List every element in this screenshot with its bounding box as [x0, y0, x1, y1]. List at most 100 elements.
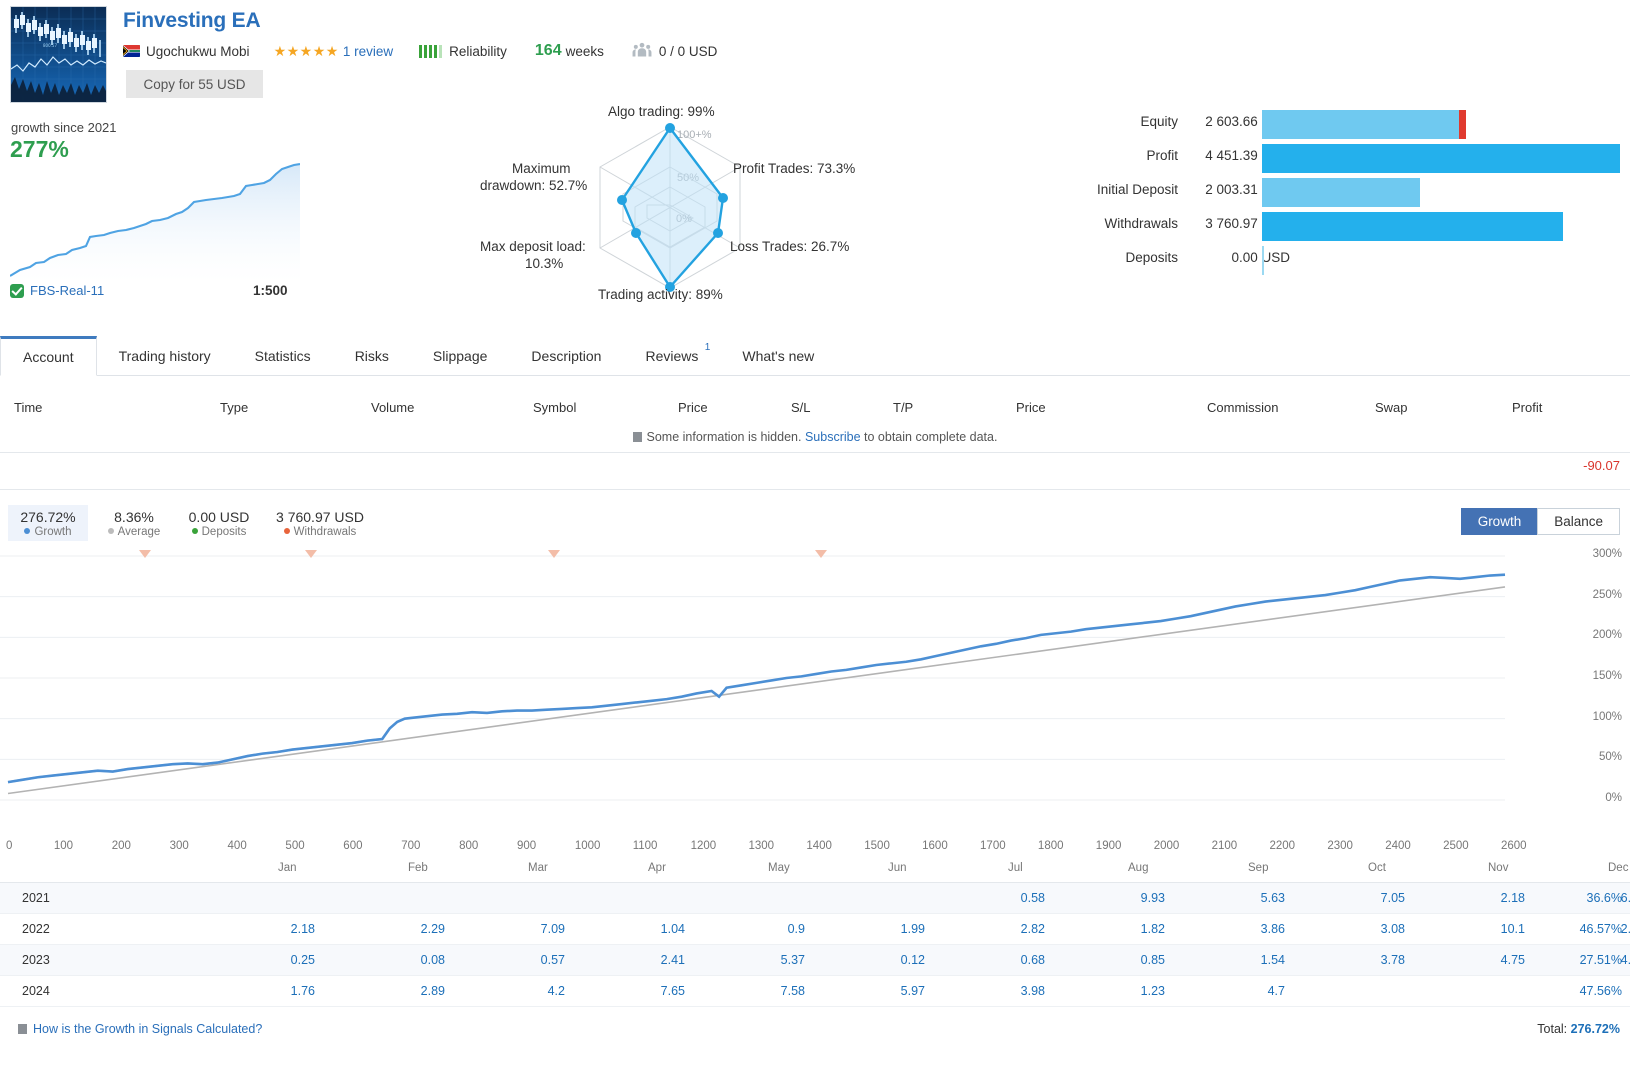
chip-growth[interactable]: 276.72% Growth [8, 505, 88, 541]
table-column-header[interactable]: Type [220, 400, 248, 415]
reviews-link[interactable]: 1 review [343, 44, 393, 59]
monthly-cell[interactable]: 4.2 [505, 984, 565, 998]
table-column-header[interactable]: Commission [1207, 400, 1279, 415]
copy-button[interactable]: Copy for 55 USD [126, 70, 263, 98]
tab-whats-new[interactable]: What's new [720, 336, 836, 375]
chart-y-tick-label: 100% [1592, 710, 1622, 723]
table-column-header[interactable]: Time [14, 400, 42, 415]
chip-withdrawals[interactable]: 3 760.97 USD Withdrawals [264, 505, 376, 541]
table-column-header[interactable]: Price [1016, 400, 1046, 415]
summary-bar-fill [1262, 212, 1563, 241]
chart-x-tick-label: 1100 [632, 840, 658, 852]
monthly-row-total[interactable]: 36.6% [1587, 891, 1622, 905]
table-divider-top [0, 452, 1630, 453]
monthly-cell[interactable]: 1.04 [625, 922, 685, 936]
monthly-cell[interactable]: 5.63 [1225, 891, 1285, 905]
chart-x-tick-label: 500 [285, 840, 305, 852]
monthly-cell[interactable]: 2.29 [385, 922, 445, 936]
monthly-cell[interactable]: 7.65 [625, 984, 685, 998]
monthly-row-year: 2023 [22, 953, 50, 967]
tab-reviews[interactable]: Reviews 1 [623, 336, 720, 375]
table-column-header[interactable]: S/L [791, 400, 811, 415]
verified-check-icon [10, 283, 24, 298]
subscribe-link[interactable]: Subscribe [805, 430, 861, 444]
monthly-cell[interactable]: 3.86 [1225, 922, 1285, 936]
broker-account-name[interactable]: FBS-Real-11 [30, 283, 104, 298]
monthly-cell[interactable]: 1.99 [865, 922, 925, 936]
monthly-cell[interactable]: 2.18 [1465, 891, 1525, 905]
monthly-cell[interactable]: 9.93 [1105, 891, 1165, 905]
radar-label-trading-activity: Trading activity: 89% [598, 287, 723, 302]
monthly-cell[interactable]: 4.7 [1225, 984, 1285, 998]
table-column-header[interactable]: Symbol [533, 400, 576, 415]
monthly-row-total[interactable]: 46.57% [1580, 922, 1622, 936]
chart-x-tick-label: 2000 [1153, 840, 1180, 852]
tab-label: Risks [354, 347, 389, 364]
monthly-row-total[interactable]: 27.51% [1580, 953, 1622, 967]
summary-bar-fill [1262, 110, 1467, 139]
monthly-cell[interactable]: 10.1 [1465, 922, 1525, 936]
monthly-cell[interactable]: 7.09 [505, 922, 565, 936]
table-column-header[interactable]: T/P [893, 400, 913, 415]
tab-statistics[interactable]: Statistics [233, 336, 333, 375]
table-column-header[interactable]: Price [678, 400, 708, 415]
toggle-balance[interactable]: Balance [1537, 508, 1620, 535]
chip-value: 8.36% [114, 509, 154, 525]
monthly-cell[interactable]: 1.76 [255, 984, 315, 998]
monthly-cell[interactable]: 3.78 [1345, 953, 1405, 967]
monthly-cell[interactable]: 0.12 [865, 953, 925, 967]
radar-label-profit-trades: Profit Trades: 73.3% [733, 161, 856, 176]
monthly-cell[interactable]: 2.89 [385, 984, 445, 998]
monthly-cell[interactable]: 0.85 [1105, 953, 1165, 967]
monthly-cell[interactable]: 0.57 [505, 953, 565, 967]
radar-chart: 100+% 50% 0% Algo trading: 99% Profit Tr… [440, 104, 900, 310]
chart-y-tick-label: 300% [1592, 548, 1622, 560]
reliability-bars-icon [419, 44, 443, 58]
monthly-cell[interactable]: 1.23 [1105, 984, 1165, 998]
monthly-cell[interactable]: 5.37 [745, 953, 805, 967]
trades-profit-total: -90.07 [1583, 458, 1620, 473]
monthly-cell[interactable]: 0.68 [985, 953, 1045, 967]
summary-bar-row: Deposits 0.00 USD [1020, 246, 1620, 275]
monthly-cell[interactable]: 2.18 [255, 922, 315, 936]
monthly-cell[interactable]: 7.05 [1345, 891, 1405, 905]
chart-y-tick-label: 50% [1598, 751, 1622, 764]
monthly-cell[interactable]: 3.98 [985, 984, 1045, 998]
chart-x-tick-label: 600 [343, 840, 363, 852]
tab-account[interactable]: Account [0, 336, 97, 376]
subscribers-icon [632, 42, 652, 61]
monthly-cell[interactable]: 2.41 [625, 953, 685, 967]
author-name[interactable]: Ugochukwu Mobi [146, 44, 250, 59]
monthly-cell[interactable]: 5.97 [865, 984, 925, 998]
monthly-cell[interactable]: 2.82 [985, 922, 1045, 936]
table-column-header[interactable]: Swap [1375, 400, 1408, 415]
chip-average[interactable]: 8.36% Average [96, 505, 172, 541]
chart-month-label: Apr [648, 862, 666, 874]
table-column-header[interactable]: Volume [371, 400, 414, 415]
monthly-cell[interactable]: 7.58 [745, 984, 805, 998]
toggle-growth[interactable]: Growth [1460, 508, 1538, 535]
chip-deposits[interactable]: 0.00 USD Deposits [177, 505, 261, 541]
monthly-cell[interactable]: 0.58 [985, 891, 1045, 905]
table-row: 2024 1.76 2.89 4.2 7.65 7.58 5.97 3.98 1.23 4.7 47… [0, 976, 1630, 1007]
monthly-cell[interactable]: 0.25 [255, 953, 315, 967]
tab-risks[interactable]: Risks [333, 336, 411, 375]
monthly-cell[interactable]: 1.82 [1105, 922, 1165, 936]
monthly-cell[interactable]: 3.08 [1345, 922, 1405, 936]
chart-month-label: Aug [1128, 862, 1149, 874]
table-column-header[interactable]: Profit [1512, 400, 1542, 415]
chart-x-tick-label: 1400 [806, 840, 832, 852]
monthly-row-total[interactable]: 47.56% [1580, 984, 1622, 998]
monthly-cell[interactable]: 1.54 [1225, 953, 1285, 967]
monthly-cell[interactable]: 4.75 [1465, 953, 1525, 967]
tab-description[interactable]: Description [509, 336, 623, 375]
broker-account[interactable]: FBS-Real-11 [10, 283, 104, 298]
growth-calculation-link[interactable]: How is the Growth in Signals Calculated? [18, 1022, 262, 1036]
tab-slippage[interactable]: Slippage [411, 336, 510, 375]
monthly-cell[interactable]: 0.08 [385, 953, 445, 967]
chart-x-tick-label: 900 [516, 840, 537, 852]
tab-trading-history[interactable]: Trading history [97, 336, 233, 375]
monthly-cell[interactable]: 0.9 [745, 922, 805, 936]
page-title: Finvesting EA [123, 9, 261, 32]
summary-bar-track [1262, 178, 1620, 207]
